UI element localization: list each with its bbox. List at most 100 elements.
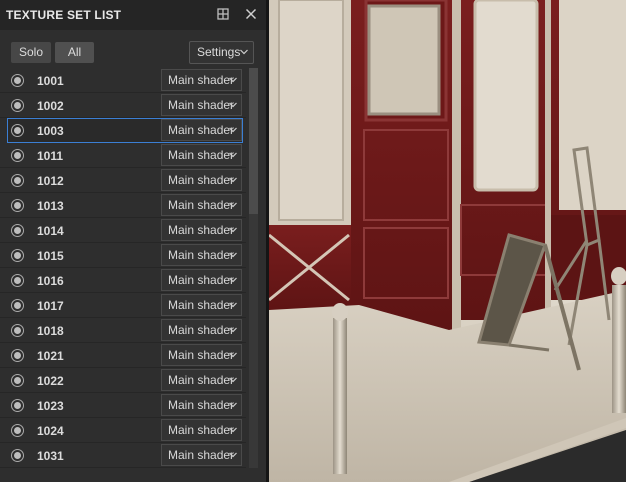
- shader-dropdown[interactable]: Main shader: [161, 394, 242, 416]
- shader-dropdown[interactable]: Main shader: [161, 444, 242, 466]
- texture-set-row[interactable]: 1023 Main shader: [0, 393, 246, 418]
- chevron-down-icon: [229, 177, 237, 183]
- scrollbar-thumb[interactable]: [249, 68, 258, 214]
- shader-dropdown[interactable]: Main shader: [161, 94, 242, 116]
- visibility-radio-icon[interactable]: [11, 99, 24, 112]
- shader-dropdown[interactable]: Main shader: [161, 369, 242, 391]
- visibility-radio-icon[interactable]: [11, 174, 24, 187]
- texture-set-name: 1024: [37, 424, 64, 438]
- texture-set-name: 1011: [37, 149, 64, 163]
- texture-set-row[interactable]: 1018 Main shader: [0, 318, 246, 343]
- shader-label: Main shader: [168, 173, 235, 187]
- visibility-radio-icon[interactable]: [11, 199, 24, 212]
- panel-header: TEXTURE SET LIST: [0, 0, 268, 30]
- visibility-radio-icon[interactable]: [11, 399, 24, 412]
- shader-label: Main shader: [168, 398, 235, 412]
- shader-dropdown[interactable]: Main shader: [161, 69, 242, 91]
- close-icon[interactable]: [243, 6, 259, 22]
- shader-label: Main shader: [168, 298, 235, 312]
- texture-set-row[interactable]: 1031 Main shader: [0, 443, 246, 468]
- chevron-down-icon: [229, 377, 237, 383]
- scrollbar[interactable]: [249, 68, 258, 468]
- texture-set-row[interactable]: 1001 Main shader: [0, 68, 246, 93]
- solo-button[interactable]: Solo: [11, 42, 51, 63]
- shader-dropdown[interactable]: Main shader: [161, 219, 242, 241]
- texture-set-name: 1002: [37, 99, 64, 113]
- chevron-down-icon: [229, 427, 237, 433]
- visibility-radio-icon[interactable]: [11, 224, 24, 237]
- chevron-down-icon: [229, 452, 237, 458]
- visibility-radio-icon[interactable]: [11, 374, 24, 387]
- texture-set-row[interactable]: 1016 Main shader: [0, 268, 246, 293]
- shader-dropdown[interactable]: Main shader: [161, 194, 242, 216]
- texture-set-name: 1021: [37, 349, 64, 363]
- texture-set-row[interactable]: 1022 Main shader: [0, 368, 246, 393]
- visibility-radio-icon[interactable]: [11, 74, 24, 87]
- visibility-radio-icon[interactable]: [11, 324, 24, 337]
- texture-set-row[interactable]: 1015 Main shader: [0, 243, 246, 268]
- texture-set-row[interactable]: 1017 Main shader: [0, 293, 246, 318]
- chevron-down-icon: [229, 77, 237, 83]
- settings-dropdown[interactable]: Settings: [189, 41, 254, 64]
- shader-dropdown[interactable]: Main shader: [161, 269, 242, 291]
- shader-label: Main shader: [168, 198, 235, 212]
- texture-set-name: 1014: [37, 224, 64, 238]
- texture-set-row[interactable]: 1024 Main shader: [0, 418, 246, 443]
- shader-label: Main shader: [168, 73, 235, 87]
- all-button[interactable]: All: [55, 42, 94, 63]
- texture-set-name: 1031: [37, 449, 64, 463]
- texture-set-row[interactable]: 1002 Main shader: [0, 93, 246, 118]
- shader-label: Main shader: [168, 423, 235, 437]
- shader-dropdown[interactable]: Main shader: [161, 119, 242, 141]
- texture-set-list: 1001 Main shader 1002 Main shader 1003 Main s…: [0, 68, 246, 482]
- texture-set-name: 1017: [37, 299, 64, 313]
- shader-label: Main shader: [168, 348, 235, 362]
- texture-set-row[interactable]: 1021 Main shader: [0, 343, 246, 368]
- shader-label: Main shader: [168, 323, 235, 337]
- chevron-down-icon: [229, 252, 237, 258]
- visibility-radio-icon[interactable]: [11, 349, 24, 362]
- texture-set-name: 1022: [37, 374, 64, 388]
- texture-set-row[interactable]: 1003 Main shader: [7, 118, 243, 143]
- texture-set-name: 1023: [37, 399, 64, 413]
- chevron-down-icon: [229, 302, 237, 308]
- shader-dropdown[interactable]: Main shader: [161, 144, 242, 166]
- shader-label: Main shader: [168, 123, 235, 137]
- maximize-icon[interactable]: [215, 6, 231, 22]
- visibility-radio-icon[interactable]: [11, 149, 24, 162]
- texture-set-name: 1015: [37, 249, 64, 263]
- texture-set-name: 1016: [37, 274, 64, 288]
- texture-set-name: 1003: [37, 124, 64, 138]
- texture-set-row[interactable]: 1011 Main shader: [0, 143, 246, 168]
- texture-set-row[interactable]: 1012 Main shader: [0, 168, 246, 193]
- panel-title: TEXTURE SET LIST: [6, 8, 122, 22]
- visibility-radio-icon[interactable]: [11, 424, 24, 437]
- shader-label: Main shader: [168, 248, 235, 262]
- shader-dropdown[interactable]: Main shader: [161, 294, 242, 316]
- visibility-radio-icon[interactable]: [11, 274, 24, 287]
- shader-label: Main shader: [168, 273, 235, 287]
- shader-dropdown[interactable]: Main shader: [161, 419, 242, 441]
- scene-render: [269, 0, 626, 482]
- chevron-down-icon: [229, 352, 237, 358]
- shader-dropdown[interactable]: Main shader: [161, 319, 242, 341]
- chevron-down-icon: [229, 402, 237, 408]
- chevron-down-icon: [240, 49, 248, 55]
- panel-footer: [0, 468, 258, 482]
- texture-set-row[interactable]: 1014 Main shader: [0, 218, 246, 243]
- shader-dropdown[interactable]: Main shader: [161, 344, 242, 366]
- chevron-down-icon: [229, 277, 237, 283]
- chevron-down-icon: [229, 202, 237, 208]
- visibility-radio-icon[interactable]: [11, 299, 24, 312]
- shader-label: Main shader: [168, 448, 235, 462]
- shader-dropdown[interactable]: Main shader: [161, 169, 242, 191]
- texture-set-row[interactable]: 1013 Main shader: [0, 193, 246, 218]
- visibility-radio-icon[interactable]: [11, 124, 24, 137]
- 3d-viewport[interactable]: [269, 0, 626, 482]
- visibility-radio-icon[interactable]: [11, 249, 24, 262]
- shader-label: Main shader: [168, 373, 235, 387]
- visibility-radio-icon[interactable]: [11, 449, 24, 462]
- toolbar: Solo All Settings: [0, 30, 268, 68]
- shader-label: Main shader: [168, 223, 235, 237]
- shader-dropdown[interactable]: Main shader: [161, 244, 242, 266]
